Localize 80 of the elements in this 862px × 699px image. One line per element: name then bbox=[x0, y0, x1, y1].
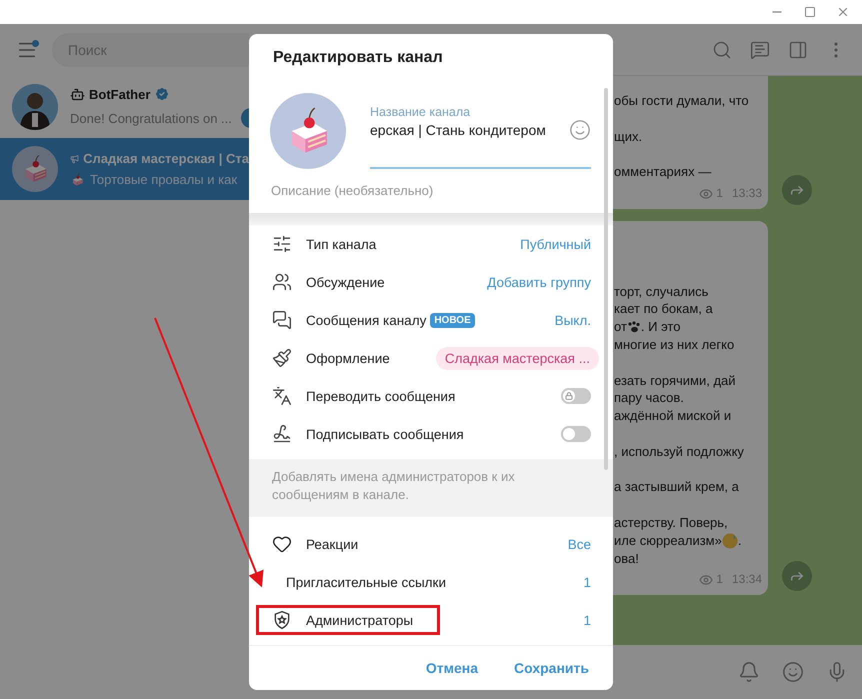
cake-icon bbox=[70, 172, 85, 187]
translate-icon bbox=[272, 386, 292, 406]
settings-row[interactable]: Администраторы 1 bbox=[249, 601, 613, 639]
settings-row[interactable]: Сообщения каналу НОВОЕ Выкл. bbox=[249, 301, 613, 339]
avatar bbox=[12, 84, 58, 130]
settings-row[interactable]: Подписывать сообщения bbox=[249, 415, 613, 453]
signature-icon bbox=[272, 424, 292, 444]
description-field[interactable]: Описание (необязательно) bbox=[249, 169, 613, 213]
sliders-icon bbox=[272, 234, 292, 254]
views-icon bbox=[699, 186, 714, 201]
paw-icon bbox=[626, 321, 641, 334]
message-text: , используй подложку bbox=[614, 442, 745, 461]
emoji-icon bbox=[722, 532, 738, 549]
message-text: астерству. Поверь, bbox=[614, 514, 729, 532]
message-text: кает по бокам, а bbox=[614, 300, 714, 318]
chat-item[interactable]: Сладкая мастерская | Ста Тортовые провалы и как bbox=[0, 138, 249, 200]
setting-value[interactable]: Все bbox=[568, 536, 591, 552]
save-button[interactable]: Сохранить bbox=[514, 660, 589, 676]
setting-label: Обсуждение bbox=[306, 274, 385, 290]
maximize-icon[interactable] bbox=[804, 6, 816, 18]
name-field[interactable]: Название канала ерская | Стань кондитером bbox=[370, 105, 591, 169]
emoji-icon[interactable] bbox=[569, 119, 591, 141]
settings-row[interactable]: Переводить сообщения bbox=[249, 377, 613, 415]
chat-name: Сладкая мастерская | Ста bbox=[83, 151, 249, 166]
setting-label: Администраторы bbox=[306, 612, 414, 628]
chat-preview: Done! Congratulations on ... bbox=[70, 110, 232, 126]
settings-row[interactable]: Пригласительные ссылки 1 bbox=[249, 563, 613, 601]
setting-value[interactable]: Добавить группу bbox=[487, 274, 591, 290]
message-text: аждённой миской и bbox=[614, 407, 732, 425]
appearance-tag[interactable]: Сладкая мастерская ... bbox=[436, 346, 599, 370]
users-icon bbox=[272, 272, 292, 292]
setting-value[interactable]: Выкл. bbox=[554, 312, 591, 328]
setting-label: Сообщения каналу bbox=[306, 312, 426, 328]
settings-row[interactable]: Реакции Все bbox=[249, 525, 613, 563]
comments-icon[interactable] bbox=[750, 40, 770, 60]
info-text: Добавлять имена администраторов к их сообщениям в канале. bbox=[249, 459, 613, 517]
setting-label: Подписывать сообщения bbox=[306, 426, 464, 442]
views-icon bbox=[699, 573, 714, 588]
settings-row[interactable]: Обсуждение Добавить группу bbox=[249, 263, 613, 301]
shield-star-icon bbox=[272, 610, 292, 630]
emoji-button-icon[interactable] bbox=[782, 661, 804, 683]
forward-button[interactable] bbox=[782, 560, 812, 591]
message-text: омментариях — bbox=[614, 163, 712, 181]
heart-icon bbox=[272, 534, 292, 554]
message-text: торт, случались bbox=[614, 282, 710, 300]
close-icon[interactable] bbox=[836, 5, 850, 19]
toggle-switch[interactable] bbox=[561, 426, 591, 442]
new-badge: НОВОЕ bbox=[430, 312, 475, 328]
bell-icon[interactable] bbox=[738, 661, 760, 683]
search-icon[interactable] bbox=[712, 40, 732, 60]
bot-icon bbox=[70, 86, 85, 102]
setting-value[interactable]: Публичный bbox=[520, 236, 591, 252]
setting-value[interactable]: 1 bbox=[583, 574, 591, 590]
chat-preview: Тортовые провалы и как bbox=[90, 172, 238, 187]
setting-label: Пригласительные ссылки bbox=[286, 574, 446, 590]
cancel-button[interactable]: Отмена bbox=[426, 660, 478, 676]
message-text: обы гости думали, что bbox=[614, 92, 750, 110]
message-text: а застывший крем, а bbox=[614, 478, 740, 496]
toggle-switch[interactable] bbox=[561, 388, 591, 404]
message-text: иле сюрреализм» . bbox=[614, 532, 742, 550]
message-text: многие из них легко bbox=[614, 336, 736, 354]
message-text: пару часов. bbox=[614, 389, 685, 408]
setting-value[interactable]: 1 bbox=[583, 612, 591, 628]
message-text: щих. bbox=[614, 128, 644, 146]
message-text: ова! bbox=[614, 550, 640, 568]
chat-name: BotFather bbox=[89, 86, 150, 102]
setting-label: Тип канала bbox=[306, 236, 376, 252]
brush-icon bbox=[272, 348, 292, 368]
scrollbar[interactable] bbox=[604, 88, 608, 470]
setting-label: Реакции bbox=[306, 536, 358, 552]
settings-row[interactable]: Тип канала Публичный bbox=[249, 225, 613, 263]
side-panel-icon[interactable] bbox=[788, 40, 808, 60]
settings-row[interactable]: Оформление Сладкая мастерская ... bbox=[249, 339, 613, 377]
forward-button[interactable] bbox=[782, 174, 812, 205]
dialog-title: Редактировать канал bbox=[272, 48, 444, 68]
chat-bubbles-icon bbox=[272, 310, 292, 330]
message-text: езать горячими, дай bbox=[614, 372, 737, 390]
setting-label: Переводить сообщения bbox=[306, 388, 456, 404]
setting-label: Оформление bbox=[306, 350, 390, 366]
message-text: от . И это bbox=[614, 318, 682, 336]
